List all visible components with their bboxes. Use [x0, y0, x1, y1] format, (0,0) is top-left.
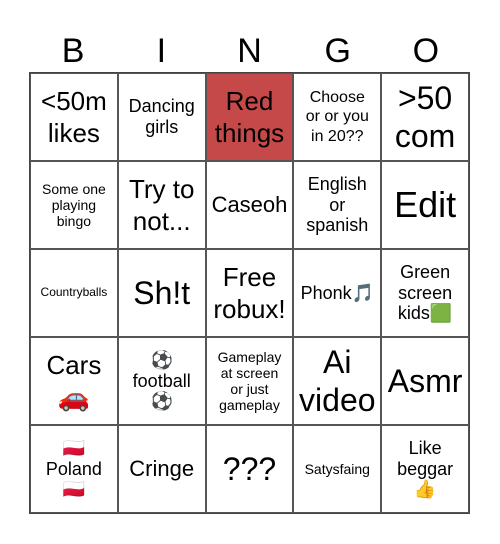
cell-label: Caseoh: [211, 192, 288, 218]
bingo-cell[interactable]: Countryballs: [30, 249, 118, 337]
bingo-cell[interactable]: 🇵🇱 Poland 🇵🇱: [30, 425, 118, 513]
bingo-cell[interactable]: >50 com: [381, 73, 469, 161]
bingo-cell[interactable]: Some one playing bingo: [30, 161, 118, 249]
cell-label: Phonk🎵: [300, 282, 375, 303]
bingo-cell[interactable]: Choose or or you in 20??: [293, 73, 382, 161]
cell-label: >50 com: [394, 79, 456, 154]
cell-label: Green screen kids🟩: [397, 261, 453, 324]
bingo-cell[interactable]: Asmr: [381, 337, 469, 425]
cell-label: Choose or or you in 20??: [305, 88, 369, 145]
bingo-cell[interactable]: Satysfaing: [293, 425, 382, 513]
cell-label: English or spanish: [306, 173, 369, 236]
bingo-header: B I N G O: [29, 30, 470, 72]
bingo-cell[interactable]: Sh!t: [117, 249, 206, 337]
cell-label: Sh!t: [133, 274, 191, 311]
bingo-cell[interactable]: ⚽ football ⚽: [117, 337, 206, 425]
bingo-cell[interactable]: Green screen kids🟩: [381, 249, 469, 337]
cell-label: Cars 🚗: [46, 349, 102, 413]
cell-label: Gameplay at screen or just gameplay: [217, 348, 282, 414]
cell-label: 🇵🇱 Poland 🇵🇱: [45, 437, 102, 500]
bingo-cell[interactable]: English or spanish: [293, 161, 382, 249]
header-letter-g: G: [324, 32, 351, 70]
cell-label: Like beggar 👍: [397, 437, 454, 500]
cell-label: <50m likes: [41, 85, 107, 149]
bingo-cell[interactable]: Like beggar 👍: [381, 425, 469, 513]
cell-label: ⚽ football ⚽: [132, 349, 191, 412]
bingo-cell[interactable]: Ai video: [293, 337, 382, 425]
bingo-card-grid: <50m likes Dancing girls Red things Choo…: [29, 72, 470, 514]
header-letter-i: I: [156, 32, 167, 70]
cell-label: Countryballs: [40, 285, 108, 300]
bingo-cell[interactable]: Cars 🚗: [30, 337, 118, 425]
header-letter-b: B: [61, 32, 85, 70]
bingo-cell[interactable]: Caseoh: [205, 161, 294, 249]
cell-label: Try to not...: [128, 173, 195, 237]
bingo-cell[interactable]: Phonk🎵: [293, 249, 382, 337]
bingo-cell-marked[interactable]: Red things: [205, 73, 294, 161]
bingo-cell[interactable]: Try to not...: [117, 161, 206, 249]
bingo-cell[interactable]: Cringe: [117, 425, 206, 513]
cell-label: Free robux!: [213, 261, 286, 325]
header-letter-n: N: [237, 32, 262, 70]
bingo-cell[interactable]: Gameplay at screen or just gameplay: [205, 337, 294, 425]
bingo-cell[interactable]: ???: [205, 425, 294, 513]
cell-label: Red things: [214, 85, 285, 149]
cell-label: Some one playing bingo: [41, 180, 106, 230]
bingo-cell[interactable]: Edit: [381, 161, 469, 249]
cell-label: Asmr: [387, 362, 463, 399]
cell-label: Dancing girls: [128, 96, 195, 137]
cell-label: Cringe: [129, 456, 195, 482]
cell-label: Ai video: [299, 343, 376, 418]
bingo-cell[interactable]: <50m likes: [30, 73, 118, 161]
cell-label: Satysfaing: [304, 460, 370, 477]
cell-label: Edit: [394, 184, 457, 226]
header-letter-o: O: [412, 32, 440, 70]
cell-label: ???: [222, 450, 277, 487]
bingo-cell[interactable]: Free robux!: [205, 249, 294, 337]
bingo-cell[interactable]: Dancing girls: [117, 73, 206, 161]
